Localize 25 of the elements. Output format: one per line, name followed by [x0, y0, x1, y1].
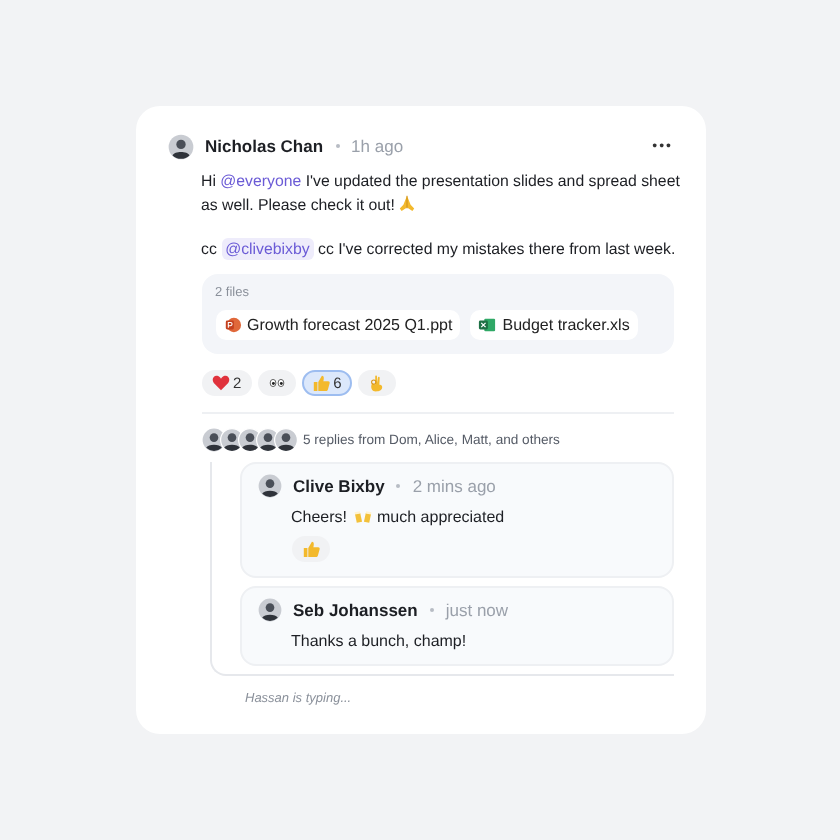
timestamp: just now: [445, 600, 509, 620]
author-name: Seb Johanssen: [293, 600, 418, 620]
eyes-icon: [267, 374, 286, 392]
avatar: [273, 428, 297, 452]
thumbs-up-icon: [311, 374, 330, 392]
reaction-button[interactable]: [257, 370, 296, 396]
author-name: Nicholas Chan: [205, 136, 324, 157]
reply-text: much appreciated: [377, 508, 505, 526]
reply-text: Cheers!: [291, 508, 348, 526]
thumbs-up-icon: [301, 540, 319, 558]
timestamp: 1h ago: [351, 136, 404, 157]
file-attachment[interactable]: Budget tracker.xls: [470, 310, 638, 340]
file-attachment[interactable]: Growth forecast 2025 Q1.ppt: [215, 310, 461, 340]
timestamp: 2 mins ago: [412, 476, 496, 496]
avatar: [167, 133, 193, 160]
praying-hands-icon: [398, 193, 417, 212]
author-name: Clive Bixby: [293, 476, 385, 496]
presentation-file-icon: [223, 316, 241, 334]
avatar: [257, 474, 281, 498]
avatar: [257, 598, 281, 622]
ok-hand-icon: [367, 374, 386, 392]
heart-icon: [211, 374, 229, 392]
spreadsheet-file-icon: [478, 316, 497, 334]
beer-mugs-icon: [353, 508, 372, 526]
reply-text: Thanks a bunch, champ!: [291, 632, 467, 650]
